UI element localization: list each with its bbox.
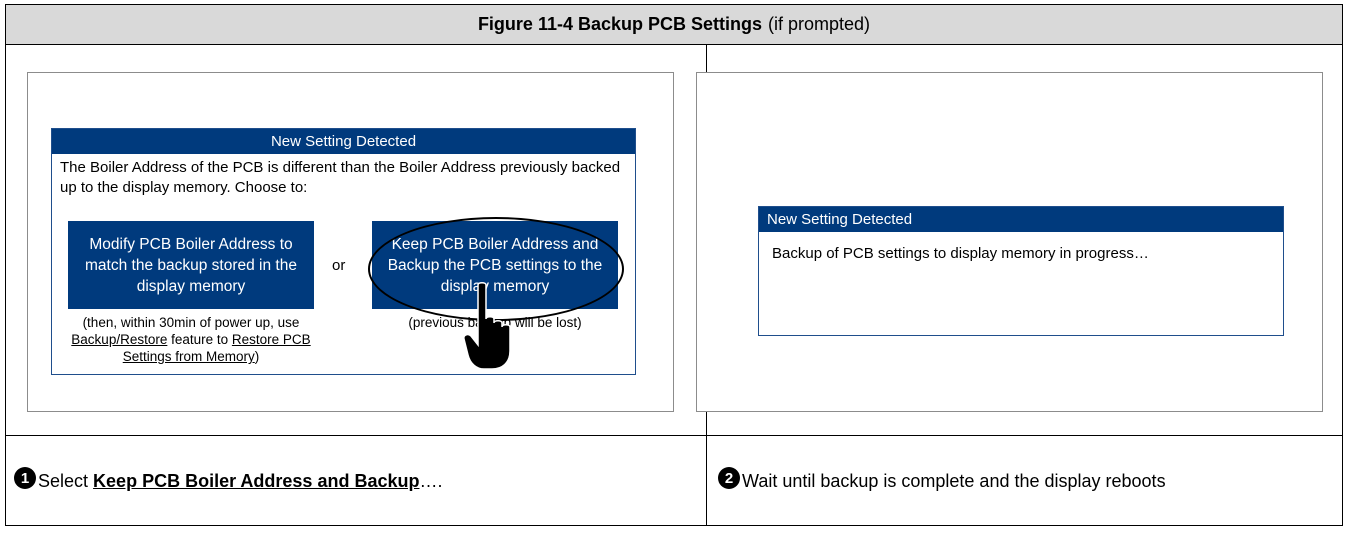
modify-note-post: ) (254, 349, 260, 364)
progress-dialog-title: New Setting Detected (759, 207, 1283, 232)
modify-note-mid: feature to (167, 332, 232, 347)
right-display-screen: New Setting Detected Backup of PCB setti… (696, 72, 1323, 412)
new-setting-dialog: New Setting Detected The Boiler Address … (51, 128, 636, 375)
step-1-caption: 1 Select Keep PCB Boiler Address and Bac… (14, 441, 442, 521)
figure-frame: Figure 11-4 Backup PCB Settings (if prom… (5, 4, 1343, 526)
step-1-post: …. (419, 470, 443, 491)
step-1-bold: Keep PCB Boiler Address and Backup (93, 470, 420, 491)
step-1-pre: Select (38, 470, 89, 491)
modify-pcb-address-button[interactable]: Modify PCB Boiler Address to match the b… (68, 221, 314, 309)
figure-title: Figure 11-4 Backup PCB Settings (477, 14, 763, 34)
or-label: or (332, 257, 346, 274)
figure-title-bar: Figure 11-4 Backup PCB Settings (if prom… (6, 5, 1342, 45)
backup-restore-link: Backup/Restore (71, 332, 168, 347)
pointing-hand-icon (463, 282, 511, 370)
figure-title-suffix: (if prompted) (768, 14, 871, 34)
step-2-text: Wait until backup is complete and the di… (742, 470, 1166, 491)
step-2-number-badge: 2 (718, 467, 740, 489)
backup-progress-dialog: New Setting Detected Backup of PCB setti… (758, 206, 1284, 336)
progress-message: Backup of PCB settings to display memory… (772, 245, 1149, 262)
step-1-number-badge: 1 (14, 467, 36, 489)
row-divider (6, 435, 1342, 436)
dialog-message: The Boiler Address of the PCB is differe… (60, 159, 621, 196)
dialog-title: New Setting Detected (52, 129, 635, 154)
step-2-caption: 2 Wait until backup is complete and the … (718, 441, 1166, 521)
modify-option-note: (then, within 30min of power up, use Bac… (60, 314, 322, 365)
modify-note-pre: (then, within 30min of power up, use (82, 315, 300, 330)
left-display-screen: New Setting Detected The Boiler Address … (27, 72, 674, 412)
